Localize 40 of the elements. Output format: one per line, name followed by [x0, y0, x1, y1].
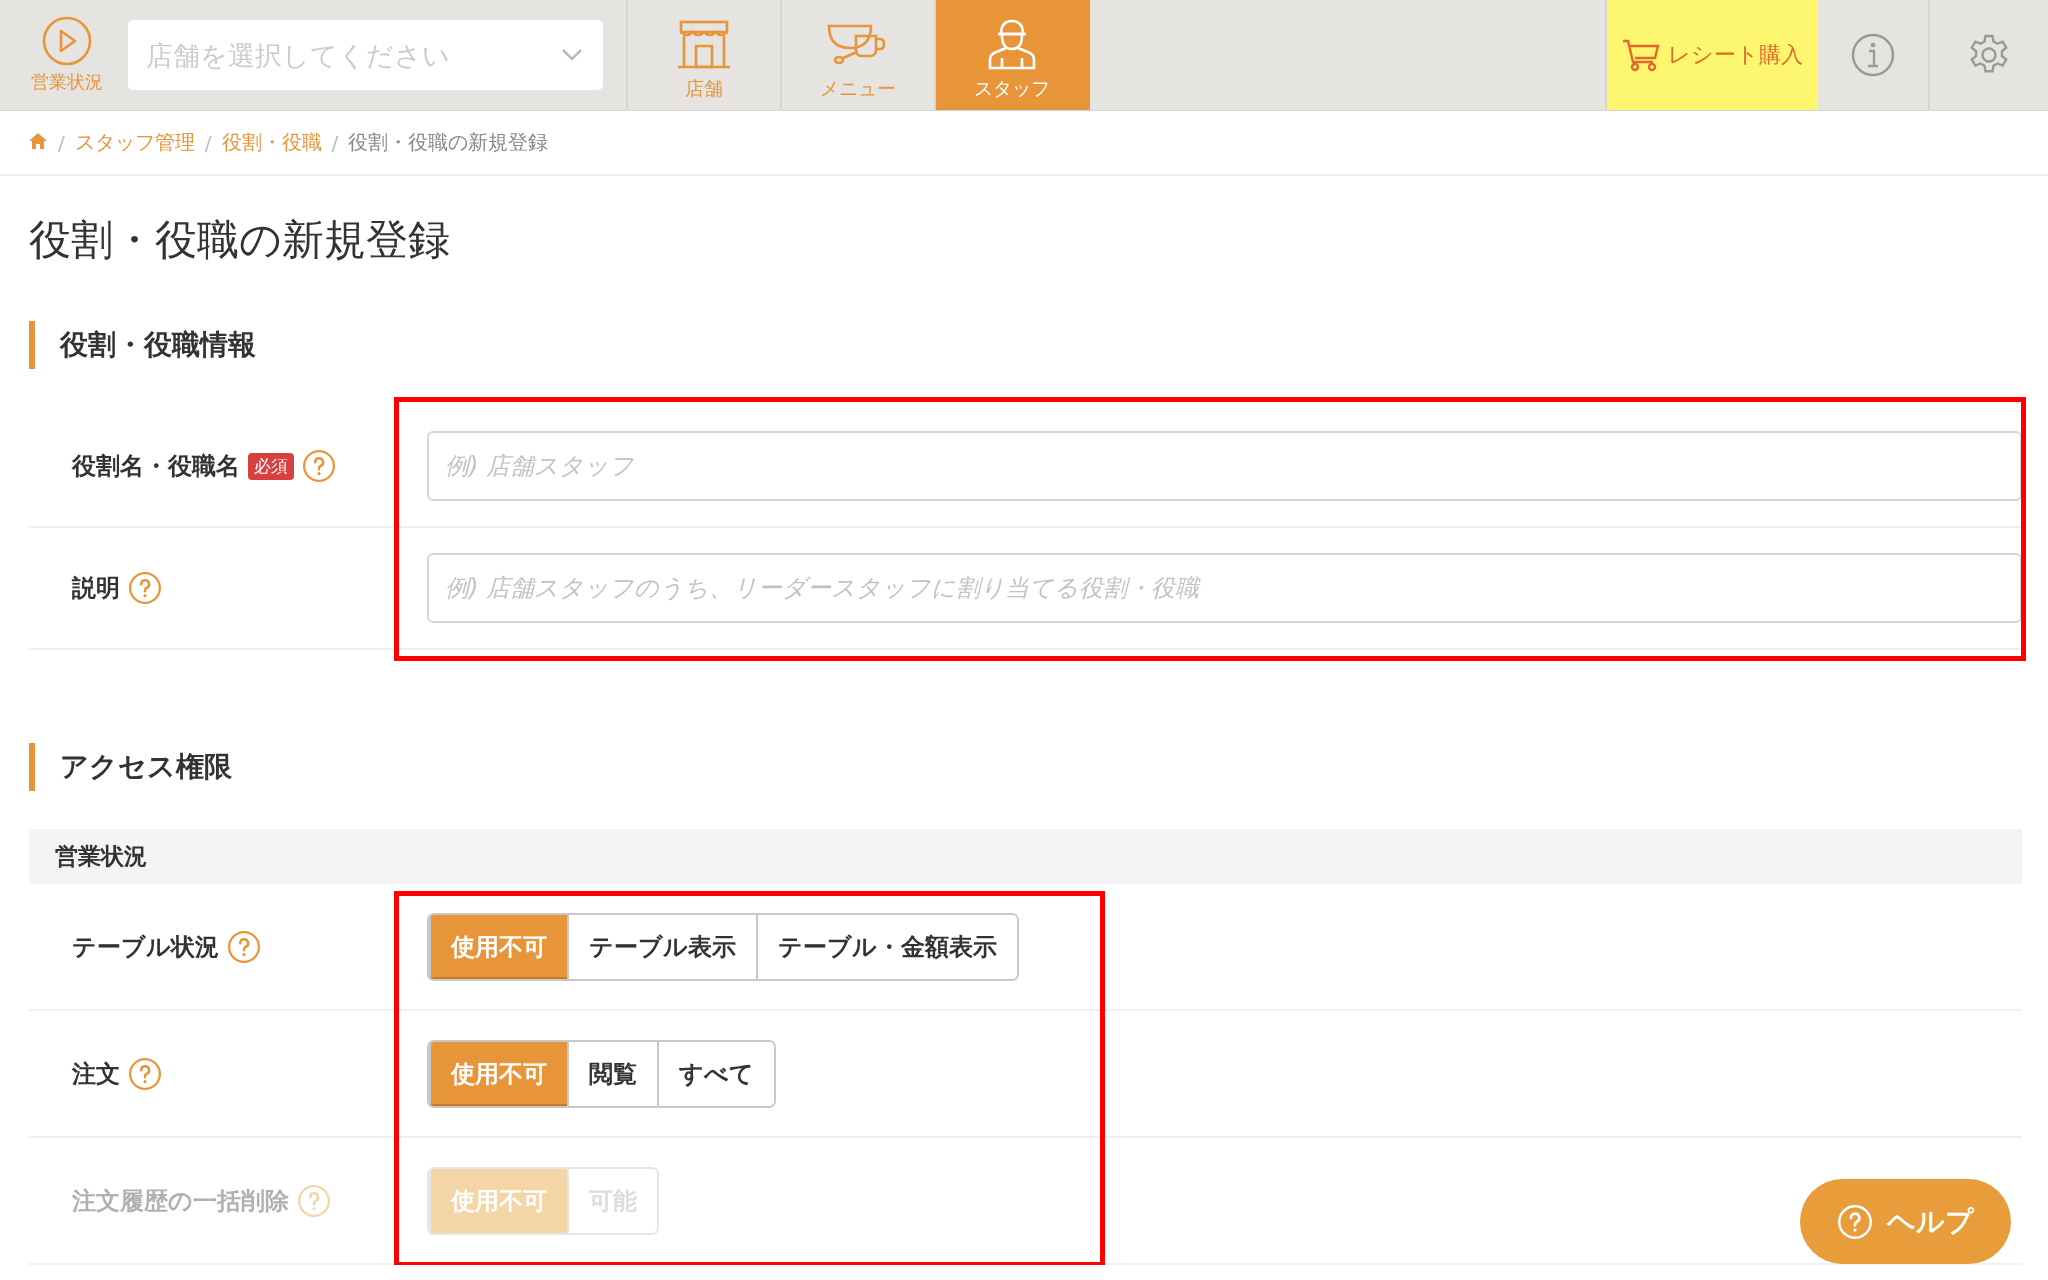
field-label: 注文 — [72, 1058, 120, 1090]
breadcrumb-current: 役割・役職の新規登録 — [348, 129, 549, 156]
help-icon[interactable] — [297, 1183, 331, 1218]
field-label: テーブル状況 — [72, 931, 219, 963]
receipt-purchase-button[interactable]: レシート購入 — [1605, 0, 1818, 110]
section-heading: 役割・役職情報 — [29, 321, 2022, 369]
section-heading: アクセス権限 — [29, 743, 2022, 791]
person-icon — [986, 18, 1038, 70]
info-icon — [1851, 33, 1895, 77]
nav-tab[interactable]: 店舗 — [628, 0, 782, 110]
help-button[interactable]: ヘルプ — [1800, 1179, 2011, 1264]
page-title: 役割・役職の新規登録 — [29, 214, 451, 266]
help-icon[interactable] — [128, 1056, 162, 1091]
help-icon[interactable] — [227, 929, 261, 964]
business-status-button[interactable]: 営業状況 — [0, 0, 128, 110]
field-label: 説明 — [72, 573, 120, 604]
segment-option[interactable]: 使用不可 — [429, 1041, 567, 1106]
breadcrumb-separator: / — [204, 130, 212, 155]
chevron-down-icon — [561, 48, 583, 62]
text-input[interactable]: 例) 店舗スタッフのうち、リーダースタッフに割り当てる役割・役職 — [427, 553, 2022, 623]
help-icon — [1837, 1203, 1873, 1240]
breadcrumb-link[interactable]: 役割・役職 — [221, 129, 322, 156]
help-icon[interactable] — [302, 449, 336, 483]
breadcrumb-separator: / — [331, 130, 339, 155]
segment-option[interactable]: 使用不可 — [429, 914, 567, 979]
segment-option[interactable]: テーブル・金額表示 — [756, 914, 1017, 979]
breadcrumb-link[interactable]: スタッフ管理 — [74, 129, 195, 156]
field-label: 役割名・役職名 — [72, 451, 240, 482]
help-icon[interactable] — [128, 571, 162, 605]
cart-icon — [1622, 38, 1660, 72]
text-input[interactable]: 例) 店舗スタッフ — [427, 431, 2022, 501]
segment-option[interactable]: すべて — [657, 1041, 774, 1106]
required-badge: 必須 — [248, 452, 294, 480]
store-icon — [676, 20, 732, 70]
nav-tab[interactable]: スタッフ — [936, 0, 1090, 110]
home-icon — [28, 131, 48, 150]
play-icon — [42, 16, 92, 66]
breadcrumb-separator: / — [58, 130, 65, 155]
field-label: 注文履歴の一括削除 — [72, 1185, 289, 1217]
group-header: 営業状況 — [29, 829, 2022, 884]
